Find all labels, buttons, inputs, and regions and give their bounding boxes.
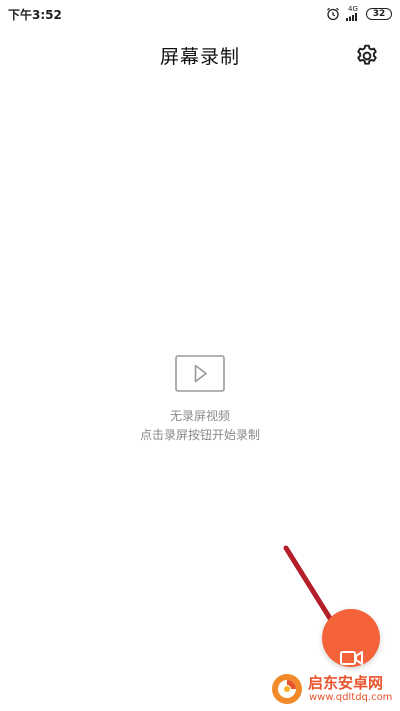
- status-icons: 4G 32: [326, 4, 392, 24]
- gear-icon: [357, 44, 377, 65]
- status-time: 下午3:52: [8, 8, 62, 22]
- watermark: 启东安卓网 www.qdltdq.com: [270, 670, 398, 708]
- battery-level: 32: [372, 9, 386, 19]
- page-title: 屏幕录制: [159, 46, 240, 68]
- network-indicator: 4G: [346, 4, 360, 23]
- screen-recorder-screen: 下午3:52 4G 32 屏幕录制 无录屏视频 点击录屏按钮开始录制 启东安卓网…: [0, 0, 400, 711]
- watermark-name: 启东安卓网: [308, 674, 384, 692]
- signal-icon: [346, 12, 360, 23]
- network-type: 4G: [348, 4, 358, 13]
- battery-icon: 32: [366, 8, 392, 20]
- status-bar: 下午3:52 4G 32: [0, 0, 400, 28]
- empty-state-hint: 点击录屏按钮开始录制: [139, 428, 260, 442]
- watermark-url: www.qdltdq.com: [309, 692, 393, 703]
- empty-state-title: 无录屏视频: [169, 409, 230, 423]
- record-button[interactable]: [322, 609, 380, 667]
- video-camera-icon: [340, 651, 363, 665]
- settings-button[interactable]: [354, 43, 380, 69]
- alarm-icon: [326, 7, 340, 21]
- video-play-icon: [175, 355, 225, 392]
- watermark-logo-icon: [272, 674, 302, 704]
